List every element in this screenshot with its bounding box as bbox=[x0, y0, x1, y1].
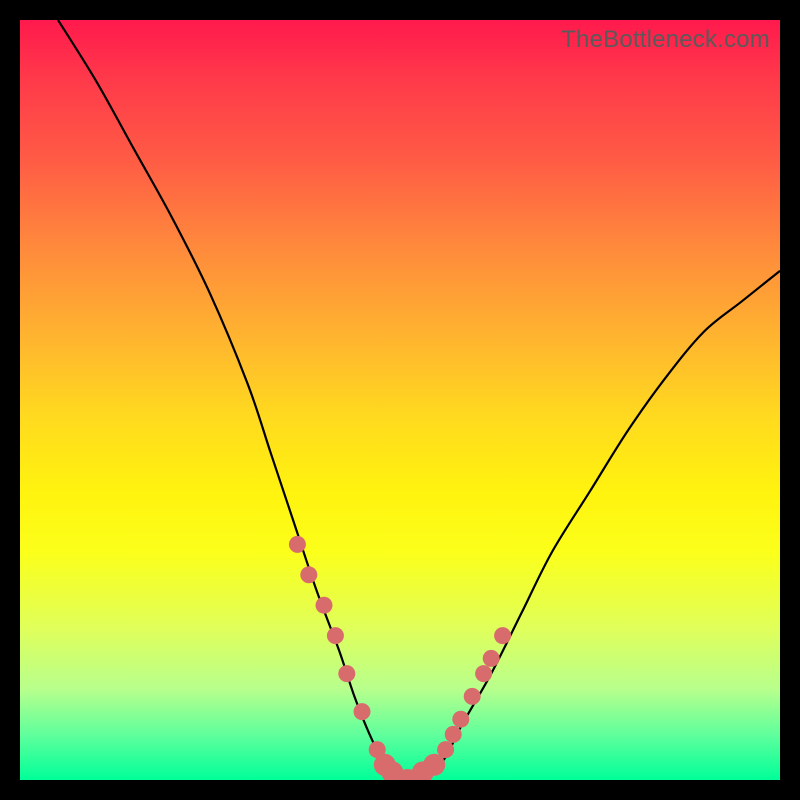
bottleneck-chart-svg bbox=[20, 20, 780, 780]
highlight-marker bbox=[300, 566, 317, 583]
highlight-marker bbox=[483, 650, 500, 667]
highlight-marker bbox=[494, 627, 511, 644]
highlight-marker bbox=[437, 741, 454, 758]
chart-frame: TheBottleneck.com bbox=[20, 20, 780, 780]
highlight-marker bbox=[354, 703, 371, 720]
highlight-marker bbox=[289, 536, 306, 553]
highlight-marker bbox=[475, 665, 492, 682]
highlight-marker bbox=[445, 726, 462, 743]
highlight-marker bbox=[327, 627, 344, 644]
highlight-marker bbox=[316, 597, 333, 614]
bottleneck-curve-path bbox=[58, 20, 780, 780]
marker-group bbox=[289, 536, 511, 780]
highlight-marker bbox=[338, 665, 355, 682]
highlight-marker bbox=[464, 688, 481, 705]
plot-area: TheBottleneck.com bbox=[20, 20, 780, 780]
highlight-marker bbox=[452, 711, 469, 728]
